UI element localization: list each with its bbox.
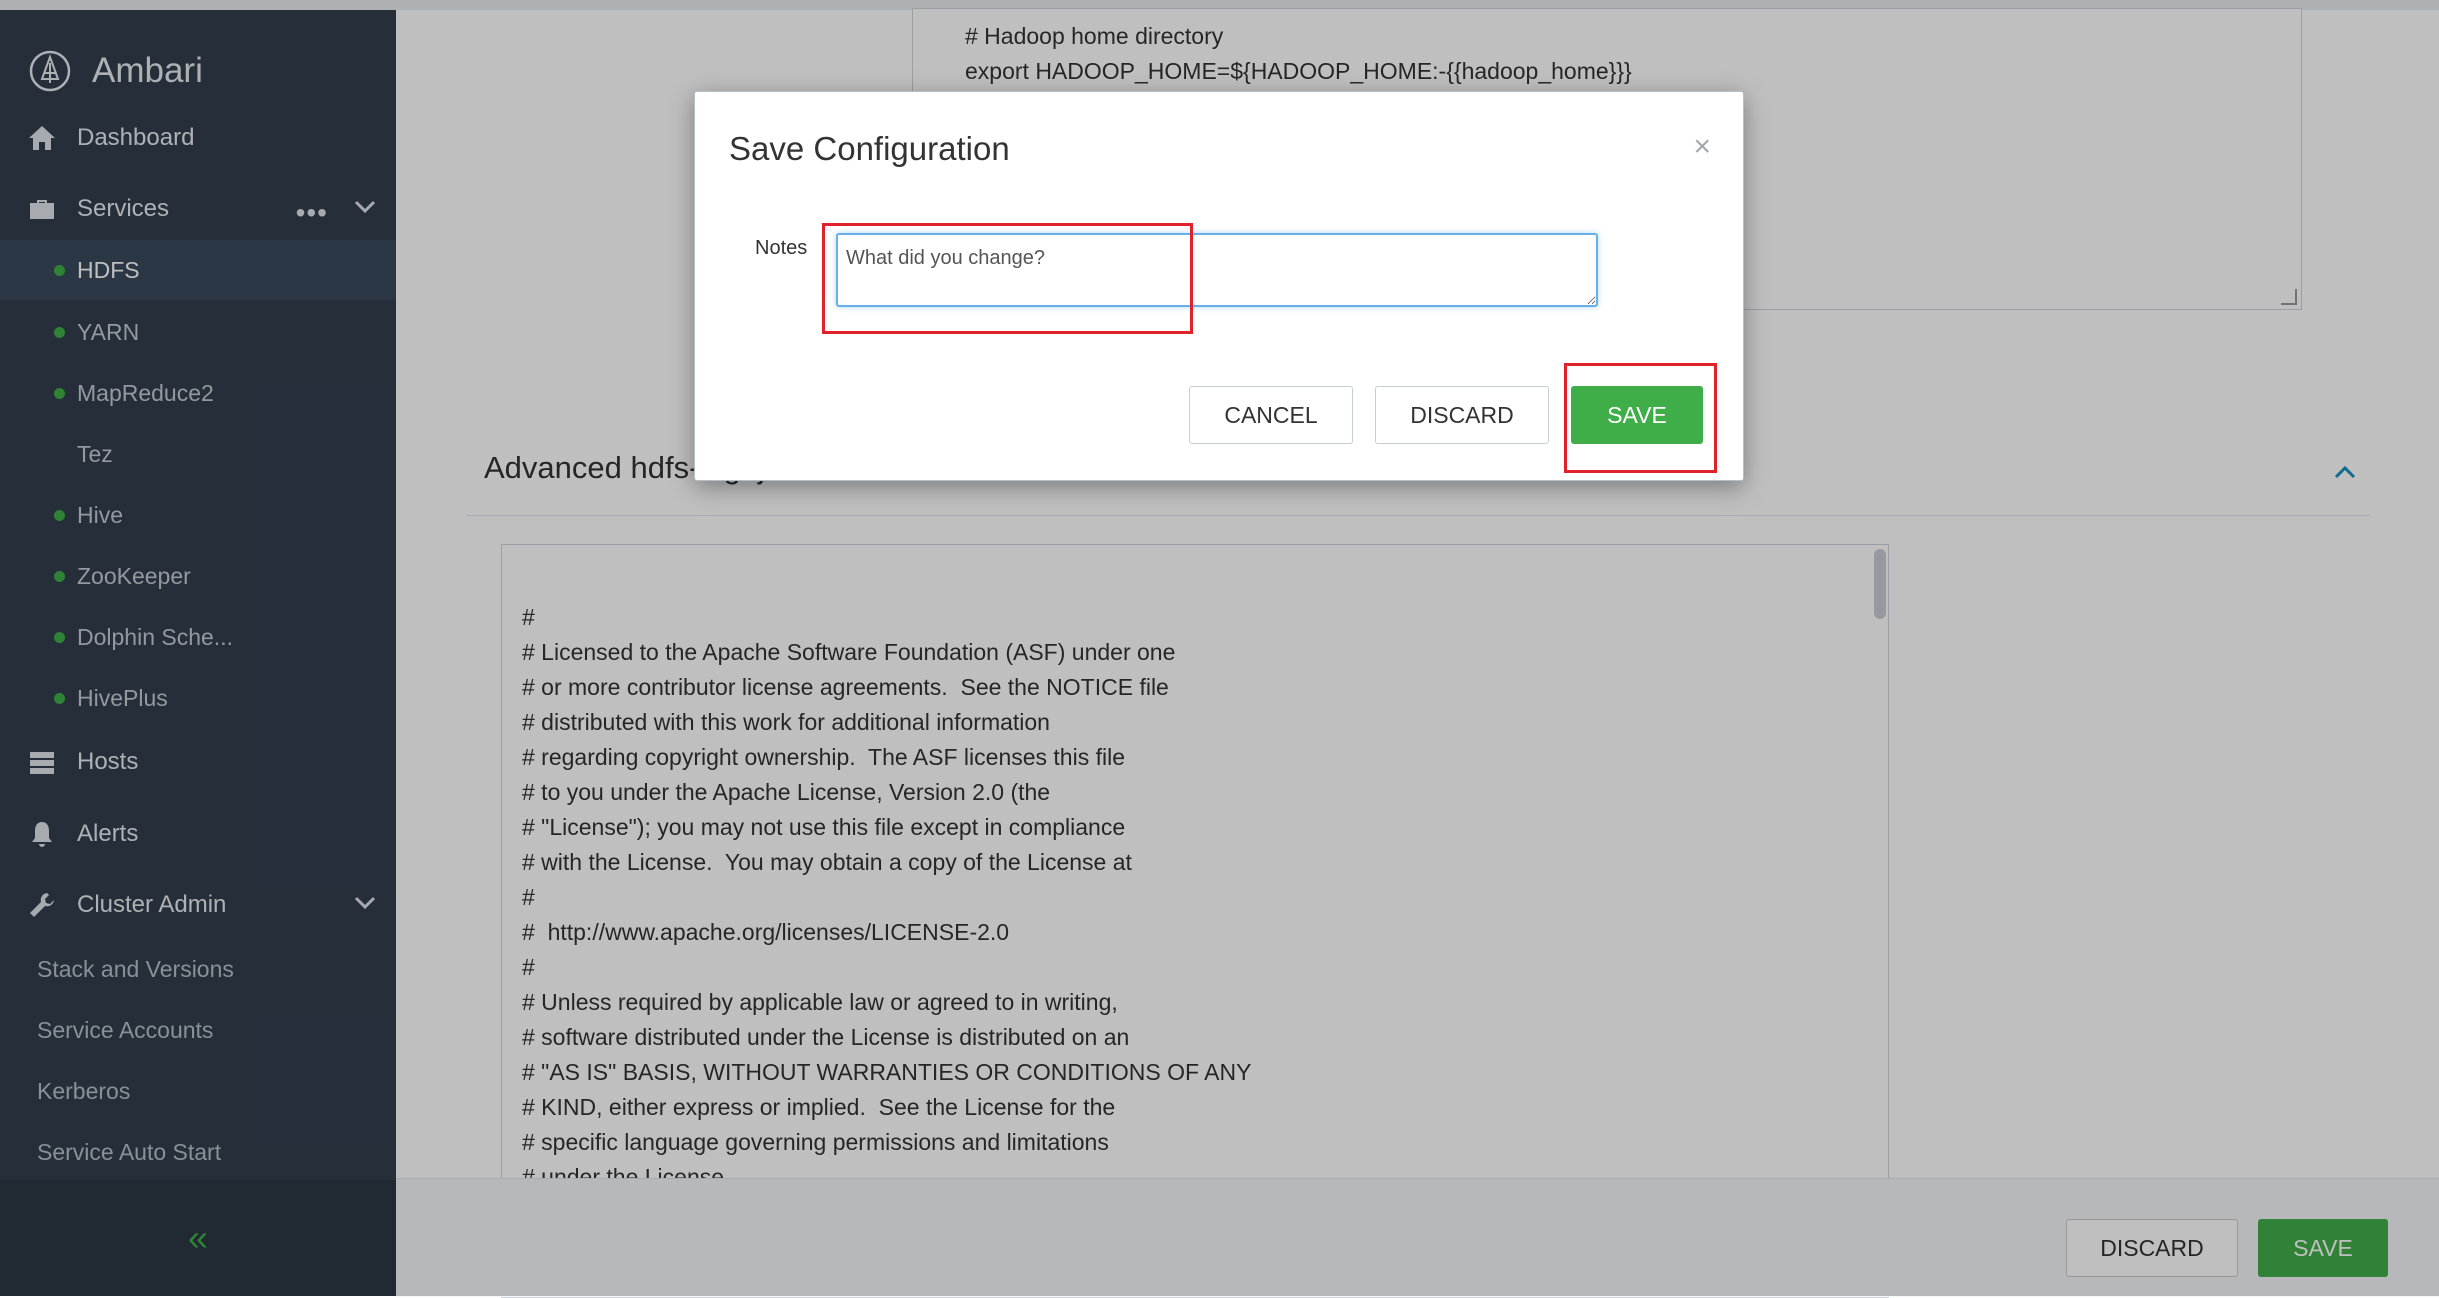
cancel-button[interactable]: CANCEL	[1189, 386, 1353, 444]
notes-label: Notes	[755, 237, 808, 259]
dialog-title: Save Configuration	[729, 130, 1010, 167]
highlight-notes	[822, 223, 1193, 334]
close-icon[interactable]: ×	[1693, 132, 1711, 162]
discard-button[interactable]: DISCARD	[1375, 386, 1549, 444]
highlight-save	[1564, 363, 1717, 473]
